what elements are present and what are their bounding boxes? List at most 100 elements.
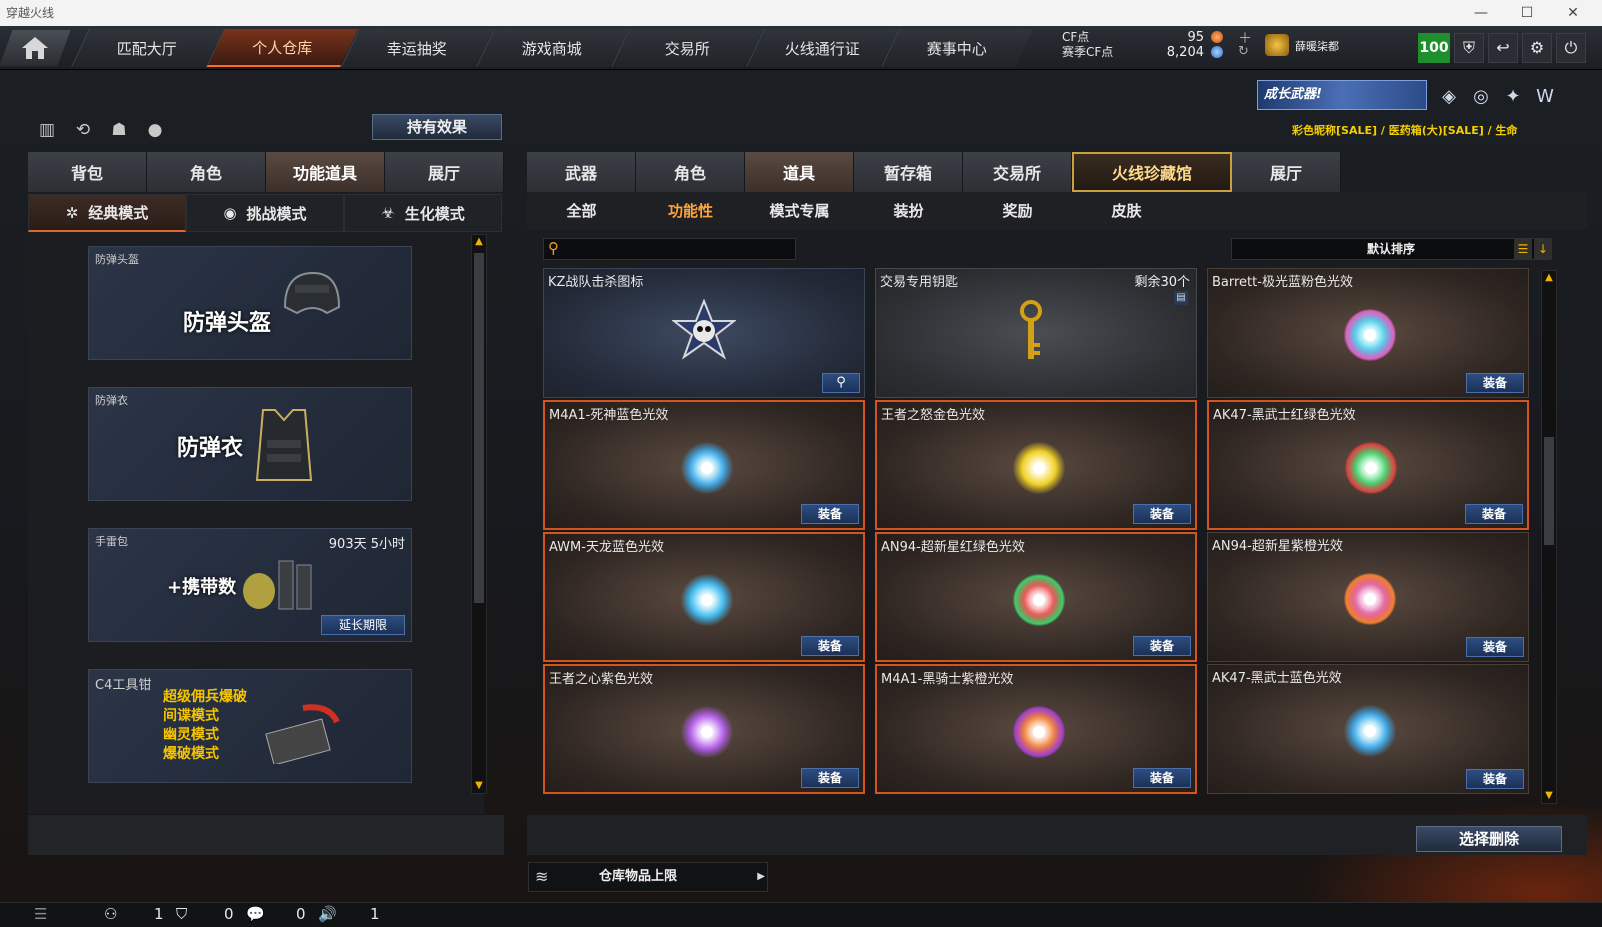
biohazard-icon: ☣	[381, 204, 395, 222]
return-icon[interactable]: ↩	[1488, 33, 1518, 63]
globe-icon[interactable]: ◎	[1468, 84, 1494, 110]
item-card[interactable]: 交易专用钥匙 剩余30个 ▤	[875, 268, 1197, 398]
scroll-down-icon[interactable]: ▼	[472, 779, 486, 793]
wing-icon[interactable]: W	[1532, 84, 1558, 110]
minimize-icon[interactable]: —	[1458, 0, 1504, 26]
nav-tab-events[interactable]: 赛事中心	[881, 29, 1033, 67]
list-item-c4-pliers[interactable]: C4工具钳 超级佣兵爆破 间谍模式 幽灵模式 爆破模式	[88, 669, 412, 783]
tab-showroom-right[interactable]: 展厅	[1232, 152, 1341, 192]
home-button[interactable]	[0, 30, 71, 66]
tab-backpack[interactable]: 背包	[28, 152, 147, 192]
equip-button[interactable]: 装备	[1133, 636, 1191, 656]
scroll-up-icon[interactable]: ▲	[1542, 271, 1556, 285]
close-icon[interactable]: ✕	[1550, 0, 1596, 26]
scroll-thumb[interactable]	[474, 253, 484, 603]
subtab-outfit[interactable]: 装扮	[854, 193, 963, 229]
equip-button[interactable]: 装备	[1133, 768, 1191, 788]
list-item-vest[interactable]: 防弹衣 防弹衣	[88, 387, 412, 501]
scroll-thumb[interactable]	[1544, 437, 1554, 545]
subtab-all[interactable]: 全部	[527, 193, 636, 229]
item-card[interactable]: AWM-天龙蓝色光效 装备	[543, 532, 865, 662]
emblem-icon[interactable]: ◈	[1436, 84, 1462, 110]
list-view-icon[interactable]: ☰	[1514, 239, 1532, 259]
gear-icon[interactable]: ⚙	[1522, 33, 1552, 63]
tab-exchange[interactable]: 交易所	[963, 152, 1072, 192]
item-card[interactable]: M4A1-黑骑士紫橙光效 装备	[875, 664, 1197, 794]
menu-icon[interactable]: ☰	[34, 905, 47, 923]
nav-tab-exchange[interactable]: 交易所	[611, 29, 763, 67]
tab-temp-box[interactable]: 暂存箱	[854, 152, 963, 192]
tab-items[interactable]: 道具	[745, 152, 854, 192]
equip-button[interactable]: 装备	[801, 504, 859, 524]
item-card[interactable]: AK47-黑武士红绿色光效 装备	[1207, 400, 1529, 530]
item-card[interactable]: AN94-超新星红绿色光效 装备	[875, 532, 1197, 662]
item-card[interactable]: 王者之心紫色光效 装备	[543, 664, 865, 794]
item-card[interactable]: KZ战队击杀图标 ⚲	[543, 268, 865, 398]
mode-challenge[interactable]: ◉ 挑战模式	[186, 194, 344, 232]
status-value-1: 1	[154, 905, 164, 923]
item-card[interactable]: 王者之怒金色光效 装备	[875, 400, 1197, 530]
mode-classic[interactable]: ✲ 经典模式	[28, 194, 186, 232]
item-card[interactable]: Barrett-极光蓝粉色光效 装备	[1207, 268, 1529, 398]
equip-button[interactable]: 装备	[801, 768, 859, 788]
extend-duration-button[interactable]: 延长期限	[321, 615, 405, 635]
tab-weapons[interactable]: 武器	[527, 152, 636, 192]
effect-orb-icon	[1013, 574, 1065, 626]
item-card[interactable]: AN94-超新星紫橙光效 装备	[1207, 532, 1529, 662]
subtab-skin[interactable]: 皮肤	[1072, 193, 1181, 229]
nav-tab-personal-storage[interactable]: 个人仓库	[206, 29, 358, 67]
growth-weapon-banner[interactable]: 成长武器!	[1257, 80, 1427, 110]
tab-function-items[interactable]: 功能道具	[266, 152, 385, 192]
storage-limit-bar[interactable]: ≋ 仓库物品上限 ▶	[528, 862, 768, 892]
effect-orb-icon	[681, 442, 733, 494]
list-item-helmet[interactable]: 防弹头盔 防弹头盔	[88, 246, 412, 360]
mode-biochem[interactable]: ☣ 生化模式	[344, 194, 502, 232]
star-badge-icon[interactable]: ✦	[1500, 84, 1526, 110]
search-input[interactable]: ⚲	[543, 238, 796, 260]
chat-icon[interactable]: 💬	[246, 905, 265, 923]
username[interactable]: 薛暖柒都	[1295, 38, 1339, 54]
sort-direction-icon[interactable]: ↓	[1534, 239, 1552, 259]
left-list-scrollbar[interactable]: ▲ ▼	[471, 234, 487, 794]
sort-dropdown[interactable]: 默认排序	[1231, 238, 1551, 260]
equip-button[interactable]: 装备	[1465, 504, 1523, 524]
tab-character[interactable]: 角色	[147, 152, 266, 192]
tab-roles[interactable]: 角色	[636, 152, 745, 192]
item-card[interactable]: AK47-黑武士蓝色光效 装备	[1207, 664, 1529, 794]
scroll-up-icon[interactable]: ▲	[472, 235, 486, 249]
friends-icon[interactable]: ⚇	[104, 905, 117, 923]
speaker-icon[interactable]: 🔊	[318, 905, 337, 923]
storage-limit-label: 仓库物品上限	[599, 869, 678, 884]
nav-tab-lucky-draw[interactable]: 幸运抽奖	[341, 29, 493, 67]
equip-button[interactable]: 装备	[1133, 504, 1191, 524]
recycle-icon[interactable]: ⟲	[71, 118, 95, 142]
subtab-reward[interactable]: 奖励	[963, 193, 1072, 229]
item-card[interactable]: M4A1-死神蓝色光效 装备	[543, 400, 865, 530]
trash-icon[interactable]: ▤	[1174, 291, 1188, 305]
shield-status-icon[interactable]: ⛉	[176, 905, 187, 923]
shield-icon[interactable]: ⛨	[1454, 33, 1484, 63]
nav-tab-game-shop[interactable]: 游戏商城	[476, 29, 628, 67]
grenade-icon[interactable]: ●	[143, 118, 167, 142]
maximize-icon[interactable]: ☐	[1504, 0, 1550, 26]
tab-showroom[interactable]: 展厅	[385, 152, 504, 192]
equip-button[interactable]: 装备	[1466, 373, 1524, 393]
refresh-icon[interactable]: ↻	[1238, 44, 1249, 59]
subtab-functional[interactable]: 功能性	[636, 193, 745, 229]
list-item-grenade-pack[interactable]: 手雷包 903天 5小时 +携带数 延长期限	[88, 528, 412, 642]
subtab-mode-exclusive[interactable]: 模式专属	[745, 193, 854, 229]
select-delete-button[interactable]: 选择删除	[1416, 826, 1562, 852]
nav-tab-match-hall[interactable]: 匹配大厅	[71, 29, 223, 67]
holding-effect-button[interactable]: 持有效果	[372, 114, 502, 140]
chart-icon[interactable]: ▥	[35, 118, 59, 142]
equip-button[interactable]: 装备	[1466, 769, 1524, 789]
character-icon[interactable]: ☗	[107, 118, 131, 142]
power-icon[interactable]: ⏻	[1556, 33, 1586, 63]
equip-button[interactable]: 装备	[801, 636, 859, 656]
equip-button[interactable]: 装备	[1466, 637, 1524, 657]
window-title: 穿越火线	[6, 6, 55, 20]
item-grid-scrollbar[interactable]: ▲ ▼	[1541, 270, 1557, 804]
tab-collection-hall[interactable]: 火线珍藏馆	[1072, 152, 1232, 192]
nav-tab-battle-pass[interactable]: 火线通行证	[746, 29, 898, 67]
preview-button[interactable]: ⚲	[822, 373, 860, 393]
